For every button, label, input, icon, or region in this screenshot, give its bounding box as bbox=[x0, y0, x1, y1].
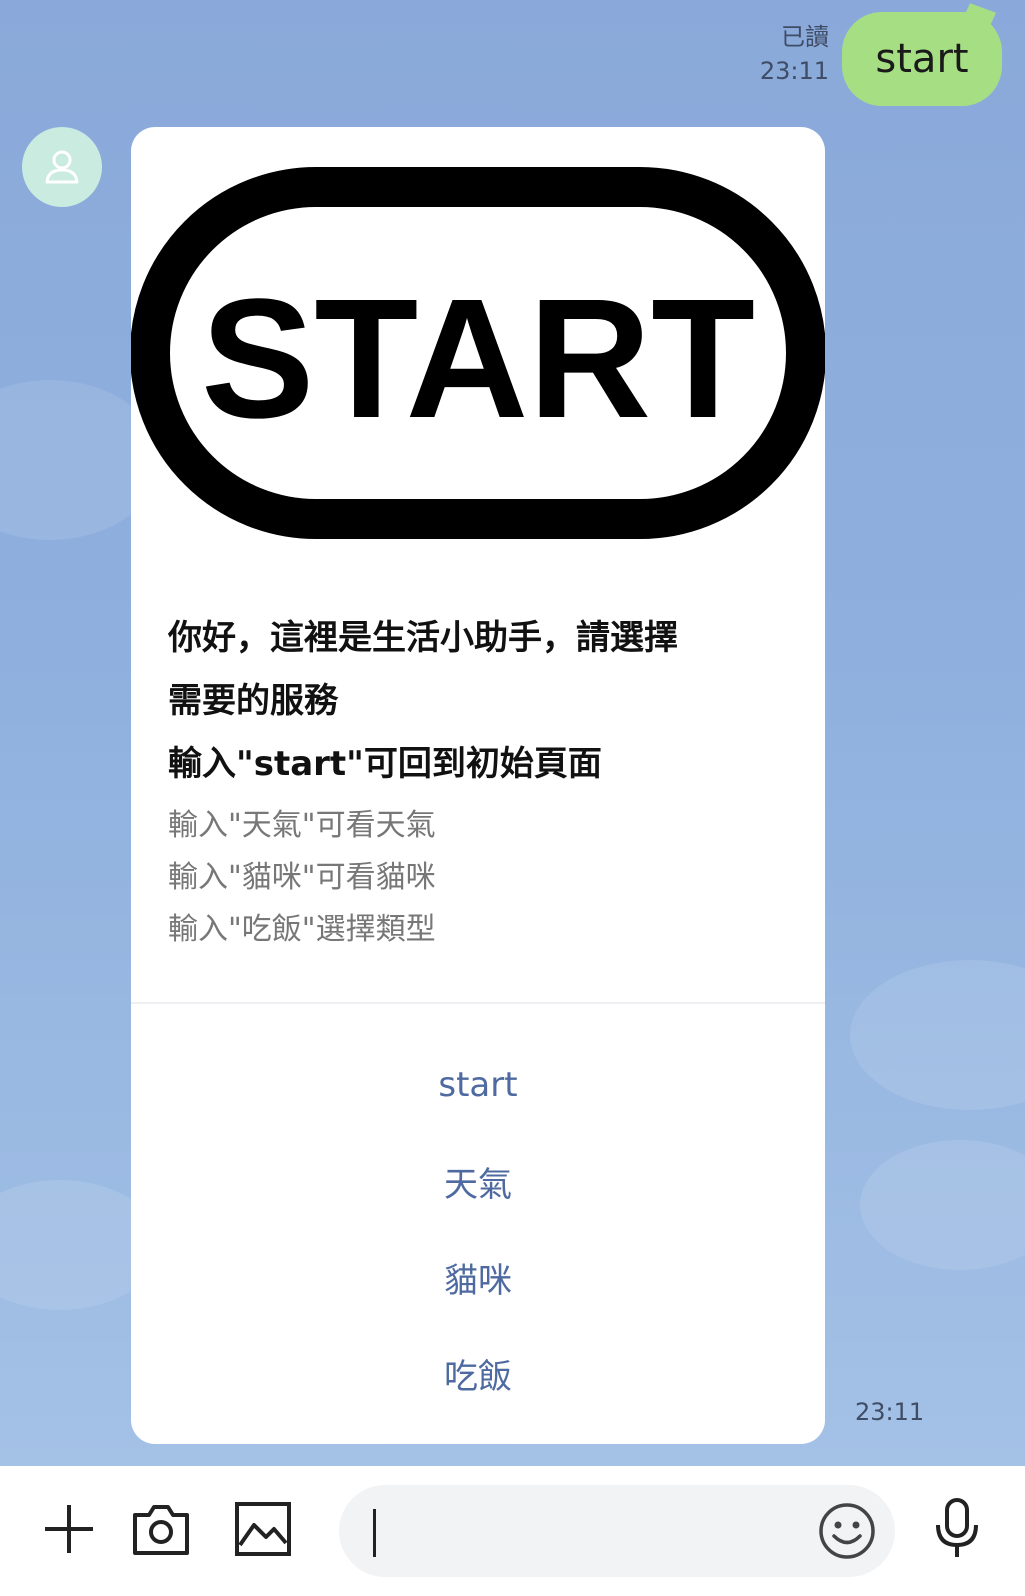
intro-line: 輸入"start"可回到初始頁面 bbox=[168, 744, 602, 784]
camera-icon[interactable] bbox=[126, 1494, 196, 1564]
hero-start-text: START bbox=[201, 264, 755, 454]
person-outline-icon bbox=[45, 150, 79, 184]
card-body: 你好，這裡是生活小助手，請選擇 需要的服務 輸入"start"可回到初始頁面 輸… bbox=[168, 607, 798, 956]
card-divider bbox=[131, 1002, 825, 1004]
bubble-tail bbox=[957, 3, 997, 39]
action-cat-button[interactable]: 貓咪 bbox=[131, 1229, 825, 1325]
background-cloud bbox=[860, 1140, 1025, 1270]
outgoing-message-bubble[interactable]: start bbox=[842, 3, 1002, 106]
plus-icon[interactable] bbox=[34, 1494, 104, 1564]
action-meal-button[interactable]: 吃飯 bbox=[131, 1325, 825, 1421]
message-input-bar bbox=[0, 1466, 1025, 1596]
intro-line: 你好，這裡是生活小助手，請選擇 bbox=[168, 618, 678, 658]
background-cloud bbox=[850, 960, 1025, 1110]
image-icon[interactable] bbox=[228, 1494, 298, 1564]
message-time: 23:11 bbox=[759, 57, 829, 85]
bot-message-card: START 你好，這裡是生活小助手，請選擇 需要的服務 輸入"start"可回到… bbox=[131, 127, 825, 1444]
bot-message-time: 23:11 bbox=[855, 1398, 925, 1426]
message-meta: 已讀 23:11 bbox=[760, 20, 829, 88]
microphone-icon[interactable] bbox=[922, 1494, 992, 1564]
emoji-icon[interactable] bbox=[817, 1501, 877, 1561]
start-hero-image: START bbox=[131, 167, 825, 539]
action-weather-button[interactable]: 天氣 bbox=[131, 1133, 825, 1229]
hint-line: 輸入"吃飯"選擇類型 bbox=[168, 912, 436, 947]
action-start-button[interactable]: start bbox=[131, 1037, 825, 1133]
hint-text: 輸入"天氣"可看天氣 輸入"貓咪"可看貓咪 輸入"吃飯"選擇類型 bbox=[168, 800, 798, 956]
message-input-box[interactable] bbox=[339, 1485, 895, 1577]
intro-text: 你好，這裡是生活小助手，請選擇 需要的服務 輸入"start"可回到初始頁面 bbox=[168, 607, 798, 796]
quick-reply-actions: start 天氣 貓咪 吃飯 bbox=[131, 1037, 825, 1421]
hint-line: 輸入"貓咪"可看貓咪 bbox=[168, 860, 436, 895]
intro-line: 需要的服務 bbox=[168, 681, 338, 721]
read-receipt: 已讀 bbox=[781, 23, 829, 51]
outgoing-message-text: start bbox=[875, 36, 969, 82]
message-input[interactable] bbox=[367, 1495, 787, 1567]
text-caret bbox=[373, 1509, 376, 1557]
hint-line: 輸入"天氣"可看天氣 bbox=[168, 808, 436, 843]
chat-area[interactable]: 已讀 23:11 start START 你好，這裡是生活小助手，請選擇 需要的… bbox=[0, 0, 1025, 1466]
bot-avatar[interactable] bbox=[22, 127, 102, 207]
